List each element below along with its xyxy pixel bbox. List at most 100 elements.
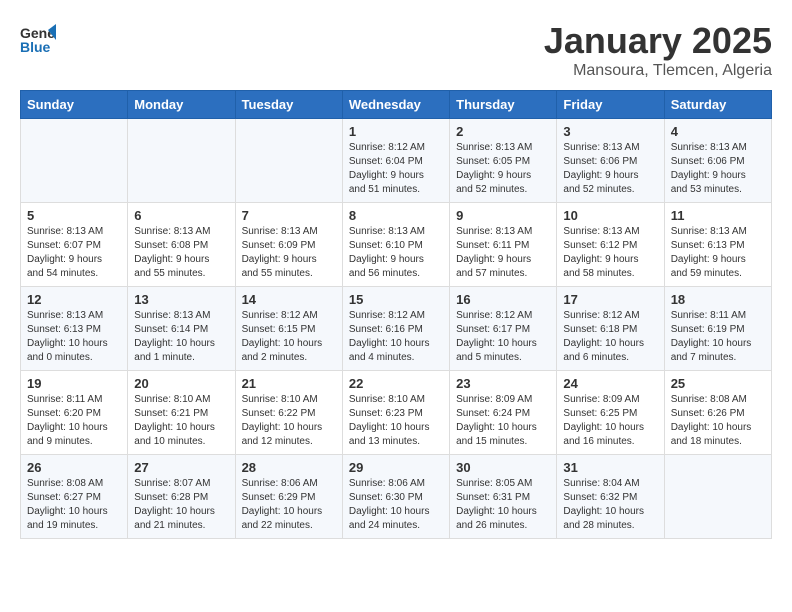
day-number: 30	[456, 460, 550, 475]
cell-text: Sunrise: 8:09 AM Sunset: 6:24 PM Dayligh…	[456, 393, 550, 449]
day-number: 16	[456, 292, 550, 307]
header-friday: Friday	[557, 91, 664, 119]
cell-text: Sunrise: 8:13 AM Sunset: 6:11 PM Dayligh…	[456, 225, 550, 281]
cell-text: Sunrise: 8:06 AM Sunset: 6:30 PM Dayligh…	[349, 477, 443, 533]
day-number: 1	[349, 124, 443, 139]
location-subtitle: Mansoura, Tlemcen, Algeria	[544, 62, 772, 80]
calendar-cell: 20Sunrise: 8:10 AM Sunset: 6:21 PM Dayli…	[128, 371, 235, 455]
cell-text: Sunrise: 8:12 AM Sunset: 6:16 PM Dayligh…	[349, 309, 443, 365]
cell-text: Sunrise: 8:13 AM Sunset: 6:07 PM Dayligh…	[27, 225, 121, 281]
day-number: 7	[242, 208, 336, 223]
day-number: 5	[27, 208, 121, 223]
header-sunday: Sunday	[21, 91, 128, 119]
calendar-cell: 25 Sunrise: 8:08 AM Sunset: 6:26 PM Dayli…	[664, 371, 771, 455]
cell-text: Sunrise: 8:12 AM Sunset: 6:17 PM Dayligh…	[456, 309, 550, 365]
calendar-cell: 3Sunrise: 8:13 AM Sunset: 6:06 PM Daylig…	[557, 119, 664, 203]
header-thursday: Thursday	[450, 91, 557, 119]
week-row-1: 1 Sunrise: 8:12 AM Sunset: 6:04 PM Daylig…	[21, 119, 772, 203]
calendar-cell: 11 Sunrise: 8:13 AM Sunset: 6:13 PM Dayli…	[664, 203, 771, 287]
calendar-cell: 26 Sunrise: 8:08 AM Sunset: 6:27 PM Dayli…	[21, 455, 128, 539]
calendar-cell: 6 Sunrise: 8:13 AM Sunset: 6:08 PM Daylig…	[128, 203, 235, 287]
cell-text: Sunrise: 8:07 AM Sunset: 6:28 PM Dayligh…	[134, 477, 228, 533]
day-number: 12	[27, 292, 121, 307]
calendar-cell: 4 Sunrise: 8:13 AM Sunset: 6:06 PM Daylig…	[664, 119, 771, 203]
calendar-cell: 10Sunrise: 8:13 AM Sunset: 6:12 PM Dayli…	[557, 203, 664, 287]
calendar-cell: 5 Sunrise: 8:13 AM Sunset: 6:07 PM Daylig…	[21, 203, 128, 287]
cell-text: Sunrise: 8:13 AM Sunset: 6:06 PM Dayligh…	[563, 141, 657, 197]
calendar-cell: 16 Sunrise: 8:12 AM Sunset: 6:17 PM Dayli…	[450, 287, 557, 371]
day-number: 26	[27, 460, 121, 475]
day-number: 25	[671, 376, 765, 391]
calendar-cell: 1 Sunrise: 8:12 AM Sunset: 6:04 PM Daylig…	[342, 119, 449, 203]
day-number: 14	[242, 292, 336, 307]
day-number: 17	[563, 292, 657, 307]
title-block: January 2025 Mansoura, Tlemcen, Algeria	[544, 20, 772, 80]
calendar-cell	[21, 119, 128, 203]
cell-text: Sunrise: 8:12 AM Sunset: 6:04 PM Dayligh…	[349, 141, 443, 197]
cell-text: Sunrise: 8:13 AM Sunset: 6:10 PM Dayligh…	[349, 225, 443, 281]
calendar-cell: 13 Sunrise: 8:13 AM Sunset: 6:14 PM Dayli…	[128, 287, 235, 371]
cell-text: Sunrise: 8:10 AM Sunset: 6:23 PM Dayligh…	[349, 393, 443, 449]
calendar-table: SundayMondayTuesdayWednesdayThursdayFrid…	[20, 90, 772, 539]
cell-text: Sunrise: 8:09 AM Sunset: 6:25 PM Dayligh…	[563, 393, 657, 449]
calendar-cell: 14 Sunrise: 8:12 AM Sunset: 6:15 PM Dayli…	[235, 287, 342, 371]
day-number: 2	[456, 124, 550, 139]
day-number: 21	[242, 376, 336, 391]
header-wednesday: Wednesday	[342, 91, 449, 119]
cell-text: Sunrise: 8:13 AM Sunset: 6:06 PM Dayligh…	[671, 141, 765, 197]
day-number: 22	[349, 376, 443, 391]
calendar-cell: 15 Sunrise: 8:12 AM Sunset: 6:16 PM Dayli…	[342, 287, 449, 371]
week-row-5: 26 Sunrise: 8:08 AM Sunset: 6:27 PM Dayli…	[21, 455, 772, 539]
calendar-cell: 31 Sunrise: 8:04 AM Sunset: 6:32 PM Dayli…	[557, 455, 664, 539]
week-row-3: 12 Sunrise: 8:13 AM Sunset: 6:13 PM Dayli…	[21, 287, 772, 371]
day-number: 13	[134, 292, 228, 307]
day-number: 4	[671, 124, 765, 139]
calendar-cell: 24 Sunrise: 8:09 AM Sunset: 6:25 PM Dayli…	[557, 371, 664, 455]
cell-text: Sunrise: 8:11 AM Sunset: 6:20 PM Dayligh…	[27, 393, 121, 449]
day-number: 28	[242, 460, 336, 475]
cell-text: Sunrise: 8:13 AM Sunset: 6:13 PM Dayligh…	[671, 225, 765, 281]
calendar-cell: 8 Sunrise: 8:13 AM Sunset: 6:10 PM Daylig…	[342, 203, 449, 287]
cell-text: Sunrise: 8:12 AM Sunset: 6:18 PM Dayligh…	[563, 309, 657, 365]
cell-text: Sunrise: 8:13 AM Sunset: 6:05 PM Dayligh…	[456, 141, 550, 197]
calendar-cell: 23 Sunrise: 8:09 AM Sunset: 6:24 PM Dayli…	[450, 371, 557, 455]
day-number: 15	[349, 292, 443, 307]
day-number: 31	[563, 460, 657, 475]
cell-text: Sunrise: 8:13 AM Sunset: 6:12 PM Dayligh…	[563, 225, 657, 281]
calendar-cell: 7Sunrise: 8:13 AM Sunset: 6:09 PM Daylig…	[235, 203, 342, 287]
day-number: 8	[349, 208, 443, 223]
cell-text: Sunrise: 8:13 AM Sunset: 6:13 PM Dayligh…	[27, 309, 121, 365]
cell-text: Sunrise: 8:12 AM Sunset: 6:15 PM Dayligh…	[242, 309, 336, 365]
week-row-4: 19 Sunrise: 8:11 AM Sunset: 6:20 PM Dayli…	[21, 371, 772, 455]
day-number: 6	[134, 208, 228, 223]
cell-text: Sunrise: 8:08 AM Sunset: 6:26 PM Dayligh…	[671, 393, 765, 449]
calendar-cell	[235, 119, 342, 203]
month-title: January 2025	[544, 20, 772, 62]
calendar-cell: 19 Sunrise: 8:11 AM Sunset: 6:20 PM Dayli…	[21, 371, 128, 455]
calendar-cell: 17 Sunrise: 8:12 AM Sunset: 6:18 PM Dayli…	[557, 287, 664, 371]
day-number: 11	[671, 208, 765, 223]
cell-text: Sunrise: 8:08 AM Sunset: 6:27 PM Dayligh…	[27, 477, 121, 533]
calendar-cell: 2 Sunrise: 8:13 AM Sunset: 6:05 PM Daylig…	[450, 119, 557, 203]
calendar-cell: 21 Sunrise: 8:10 AM Sunset: 6:22 PM Dayli…	[235, 371, 342, 455]
calendar-cell: 28Sunrise: 8:06 AM Sunset: 6:29 PM Dayli…	[235, 455, 342, 539]
cell-text: Sunrise: 8:10 AM Sunset: 6:22 PM Dayligh…	[242, 393, 336, 449]
cell-text: Sunrise: 8:13 AM Sunset: 6:14 PM Dayligh…	[134, 309, 228, 365]
day-number: 23	[456, 376, 550, 391]
calendar-cell: 12 Sunrise: 8:13 AM Sunset: 6:13 PM Dayli…	[21, 287, 128, 371]
calendar-cell: 29Sunrise: 8:06 AM Sunset: 6:30 PM Dayli…	[342, 455, 449, 539]
cell-text: Sunrise: 8:11 AM Sunset: 6:19 PM Dayligh…	[671, 309, 765, 365]
cell-text: Sunrise: 8:13 AM Sunset: 6:08 PM Dayligh…	[134, 225, 228, 281]
calendar-cell	[128, 119, 235, 203]
day-number: 9	[456, 208, 550, 223]
cell-text: Sunrise: 8:04 AM Sunset: 6:32 PM Dayligh…	[563, 477, 657, 533]
day-number: 19	[27, 376, 121, 391]
svg-text:Blue: Blue	[20, 39, 51, 55]
calendar-cell: 18Sunrise: 8:11 AM Sunset: 6:19 PM Dayli…	[664, 287, 771, 371]
calendar-cell: 9 Sunrise: 8:13 AM Sunset: 6:11 PM Daylig…	[450, 203, 557, 287]
page-header: General Blue January 2025 Mansoura, Tlem…	[20, 20, 772, 80]
header-tuesday: Tuesday	[235, 91, 342, 119]
day-number: 20	[134, 376, 228, 391]
cell-text: Sunrise: 8:05 AM Sunset: 6:31 PM Dayligh…	[456, 477, 550, 533]
day-number: 24	[563, 376, 657, 391]
